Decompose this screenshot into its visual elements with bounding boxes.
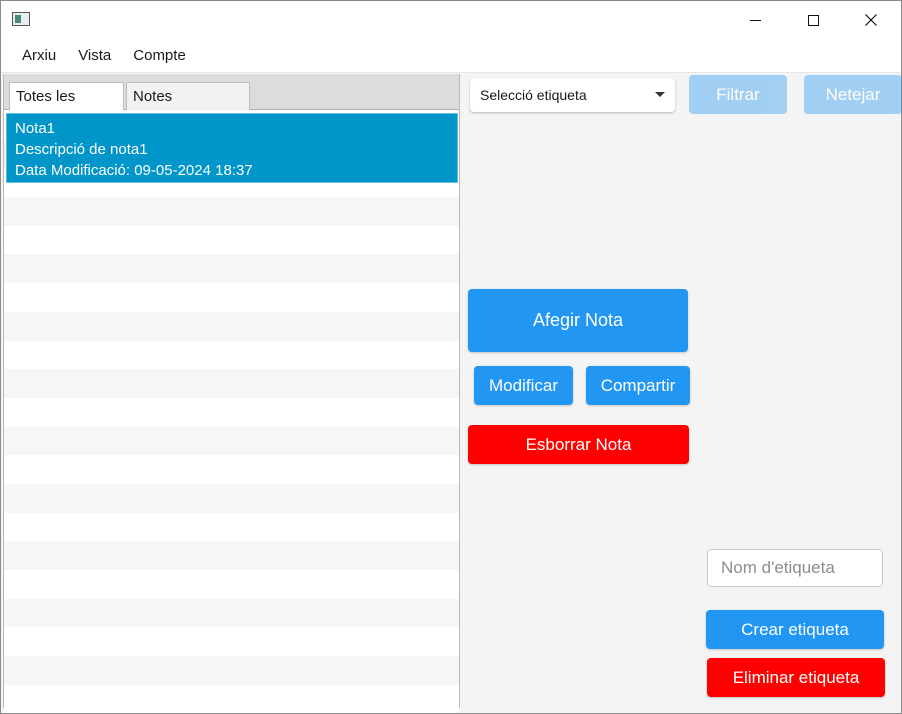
- list-row: [4, 225, 459, 255]
- list-row: [4, 254, 459, 284]
- app-window: Arxiu Vista Compte Totes les Notes Notes…: [0, 0, 902, 714]
- minimize-icon: [749, 19, 761, 21]
- list-row: [4, 455, 459, 484]
- list-row: [4, 397, 459, 427]
- maximize-button[interactable]: [784, 1, 842, 39]
- minimize-button[interactable]: [726, 1, 784, 39]
- list-row: [4, 656, 459, 685]
- menu-arxiu[interactable]: Arxiu: [11, 39, 67, 73]
- list-row: [4, 541, 459, 570]
- list-row: [4, 512, 459, 542]
- list-row: [4, 598, 459, 628]
- note-description: Descripció de nota1: [15, 141, 148, 158]
- clear-filter-button[interactable]: Netejar: [804, 75, 901, 114]
- list-row: [4, 483, 459, 513]
- list-row: [4, 283, 459, 312]
- delete-tag-button[interactable]: Eliminar etiqueta: [707, 658, 885, 697]
- tab-favorite-notes[interactable]: Notes preferides: [126, 82, 250, 132]
- filter-button[interactable]: Filtrar: [689, 75, 787, 114]
- close-button[interactable]: [842, 1, 900, 39]
- share-note-button[interactable]: Compartir: [586, 366, 690, 405]
- tag-select-value: Selecció etiqueta: [480, 87, 587, 103]
- modify-note-button[interactable]: Modificar: [474, 366, 573, 405]
- menu-vista[interactable]: Vista: [67, 39, 122, 73]
- list-row: [4, 426, 459, 456]
- title-bar: [1, 1, 901, 39]
- tag-name-input[interactable]: [707, 549, 883, 587]
- list-row: [4, 340, 459, 370]
- note-item-selected[interactable]: Nota1 Descripció de nota1 Data Modificac…: [6, 113, 458, 183]
- app-icon: [12, 12, 30, 26]
- menu-bar: Arxiu Vista Compte: [1, 39, 901, 73]
- notes-list[interactable]: Nota1 Descripció de nota1 Data Modificac…: [4, 111, 459, 713]
- menu-compte[interactable]: Compte: [122, 39, 197, 73]
- tab-header: Totes les Notes Notes preferides: [4, 74, 459, 132]
- delete-note-button[interactable]: Esborrar Nota: [468, 425, 689, 464]
- tag-select-dropdown[interactable]: Selecció etiqueta: [470, 78, 675, 112]
- list-row: [4, 684, 459, 713]
- list-row: [4, 197, 459, 226]
- note-modified-date: Data Modificació: 09-05-2024 18:37: [15, 162, 253, 179]
- create-tag-button[interactable]: Crear etiqueta: [706, 610, 884, 649]
- list-row: [4, 311, 459, 341]
- tab-all-notes[interactable]: Totes les Notes: [9, 82, 124, 132]
- list-row: [4, 369, 459, 398]
- note-title: Nota1: [15, 120, 56, 137]
- notes-pane: Totes les Notes Notes preferides: [3, 74, 460, 713]
- list-row: [4, 627, 459, 657]
- chevron-down-icon: [655, 92, 665, 97]
- maximize-icon: [807, 14, 819, 26]
- add-note-button[interactable]: Afegir Nota: [468, 289, 688, 352]
- list-row: [4, 570, 459, 599]
- close-icon: [865, 14, 877, 26]
